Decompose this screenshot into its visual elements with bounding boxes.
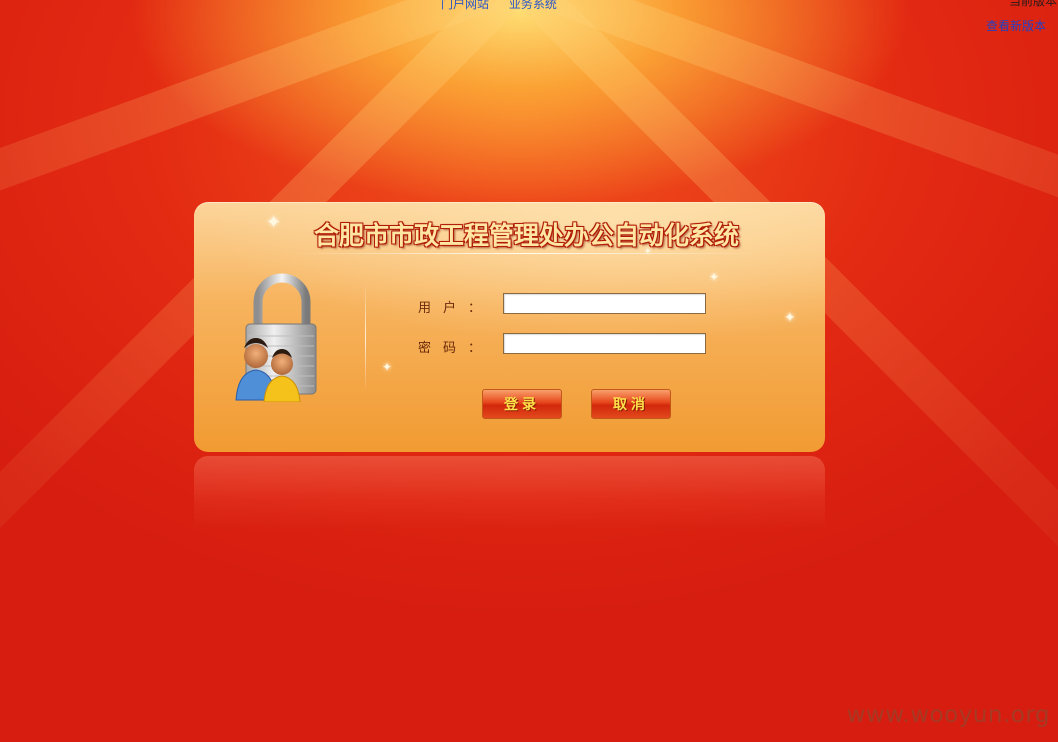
title-underline [289,253,759,254]
cancel-button[interactable]: 取消 [591,389,671,419]
watermark: www.wooyun.org [846,702,1050,728]
padlock-users-icon [235,273,317,402]
sparkle-icon: ✦ [266,212,282,233]
new-version-link[interactable]: 查看新版本 [986,20,1057,33]
top-nav: 门户网站 业务系统 [441,0,573,12]
sparkle-icon: ✦ [644,247,652,257]
panel-divider [365,282,366,392]
sparkle-icon: ✦ [382,360,393,374]
username-input[interactable] [503,293,706,314]
sparkle-icon: ✦ [784,310,796,326]
version-area: 当前版本 查看新版本 [986,0,1058,33]
panel-reflection [194,456,825,530]
login-button[interactable]: 登录 [482,389,562,419]
system-title: 合肥市市政工程管理处办公自动化系统 [313,221,739,250]
username-label: 用户： [418,301,494,316]
business-system-link[interactable]: 业务系统 [509,0,557,11]
sparkle-icon: ✦ [709,270,720,284]
password-input[interactable] [503,333,706,354]
current-version-label: 当前版本 [1009,0,1058,8]
portal-link[interactable]: 门户网站 [441,0,489,11]
login-panel: 合肥市市政工程管理处办公自动化系统 ✦ ✦ ✦ ✦ ✦ 用户： 密码： 登录 取… [194,202,825,452]
password-label: 密码： [418,341,494,356]
